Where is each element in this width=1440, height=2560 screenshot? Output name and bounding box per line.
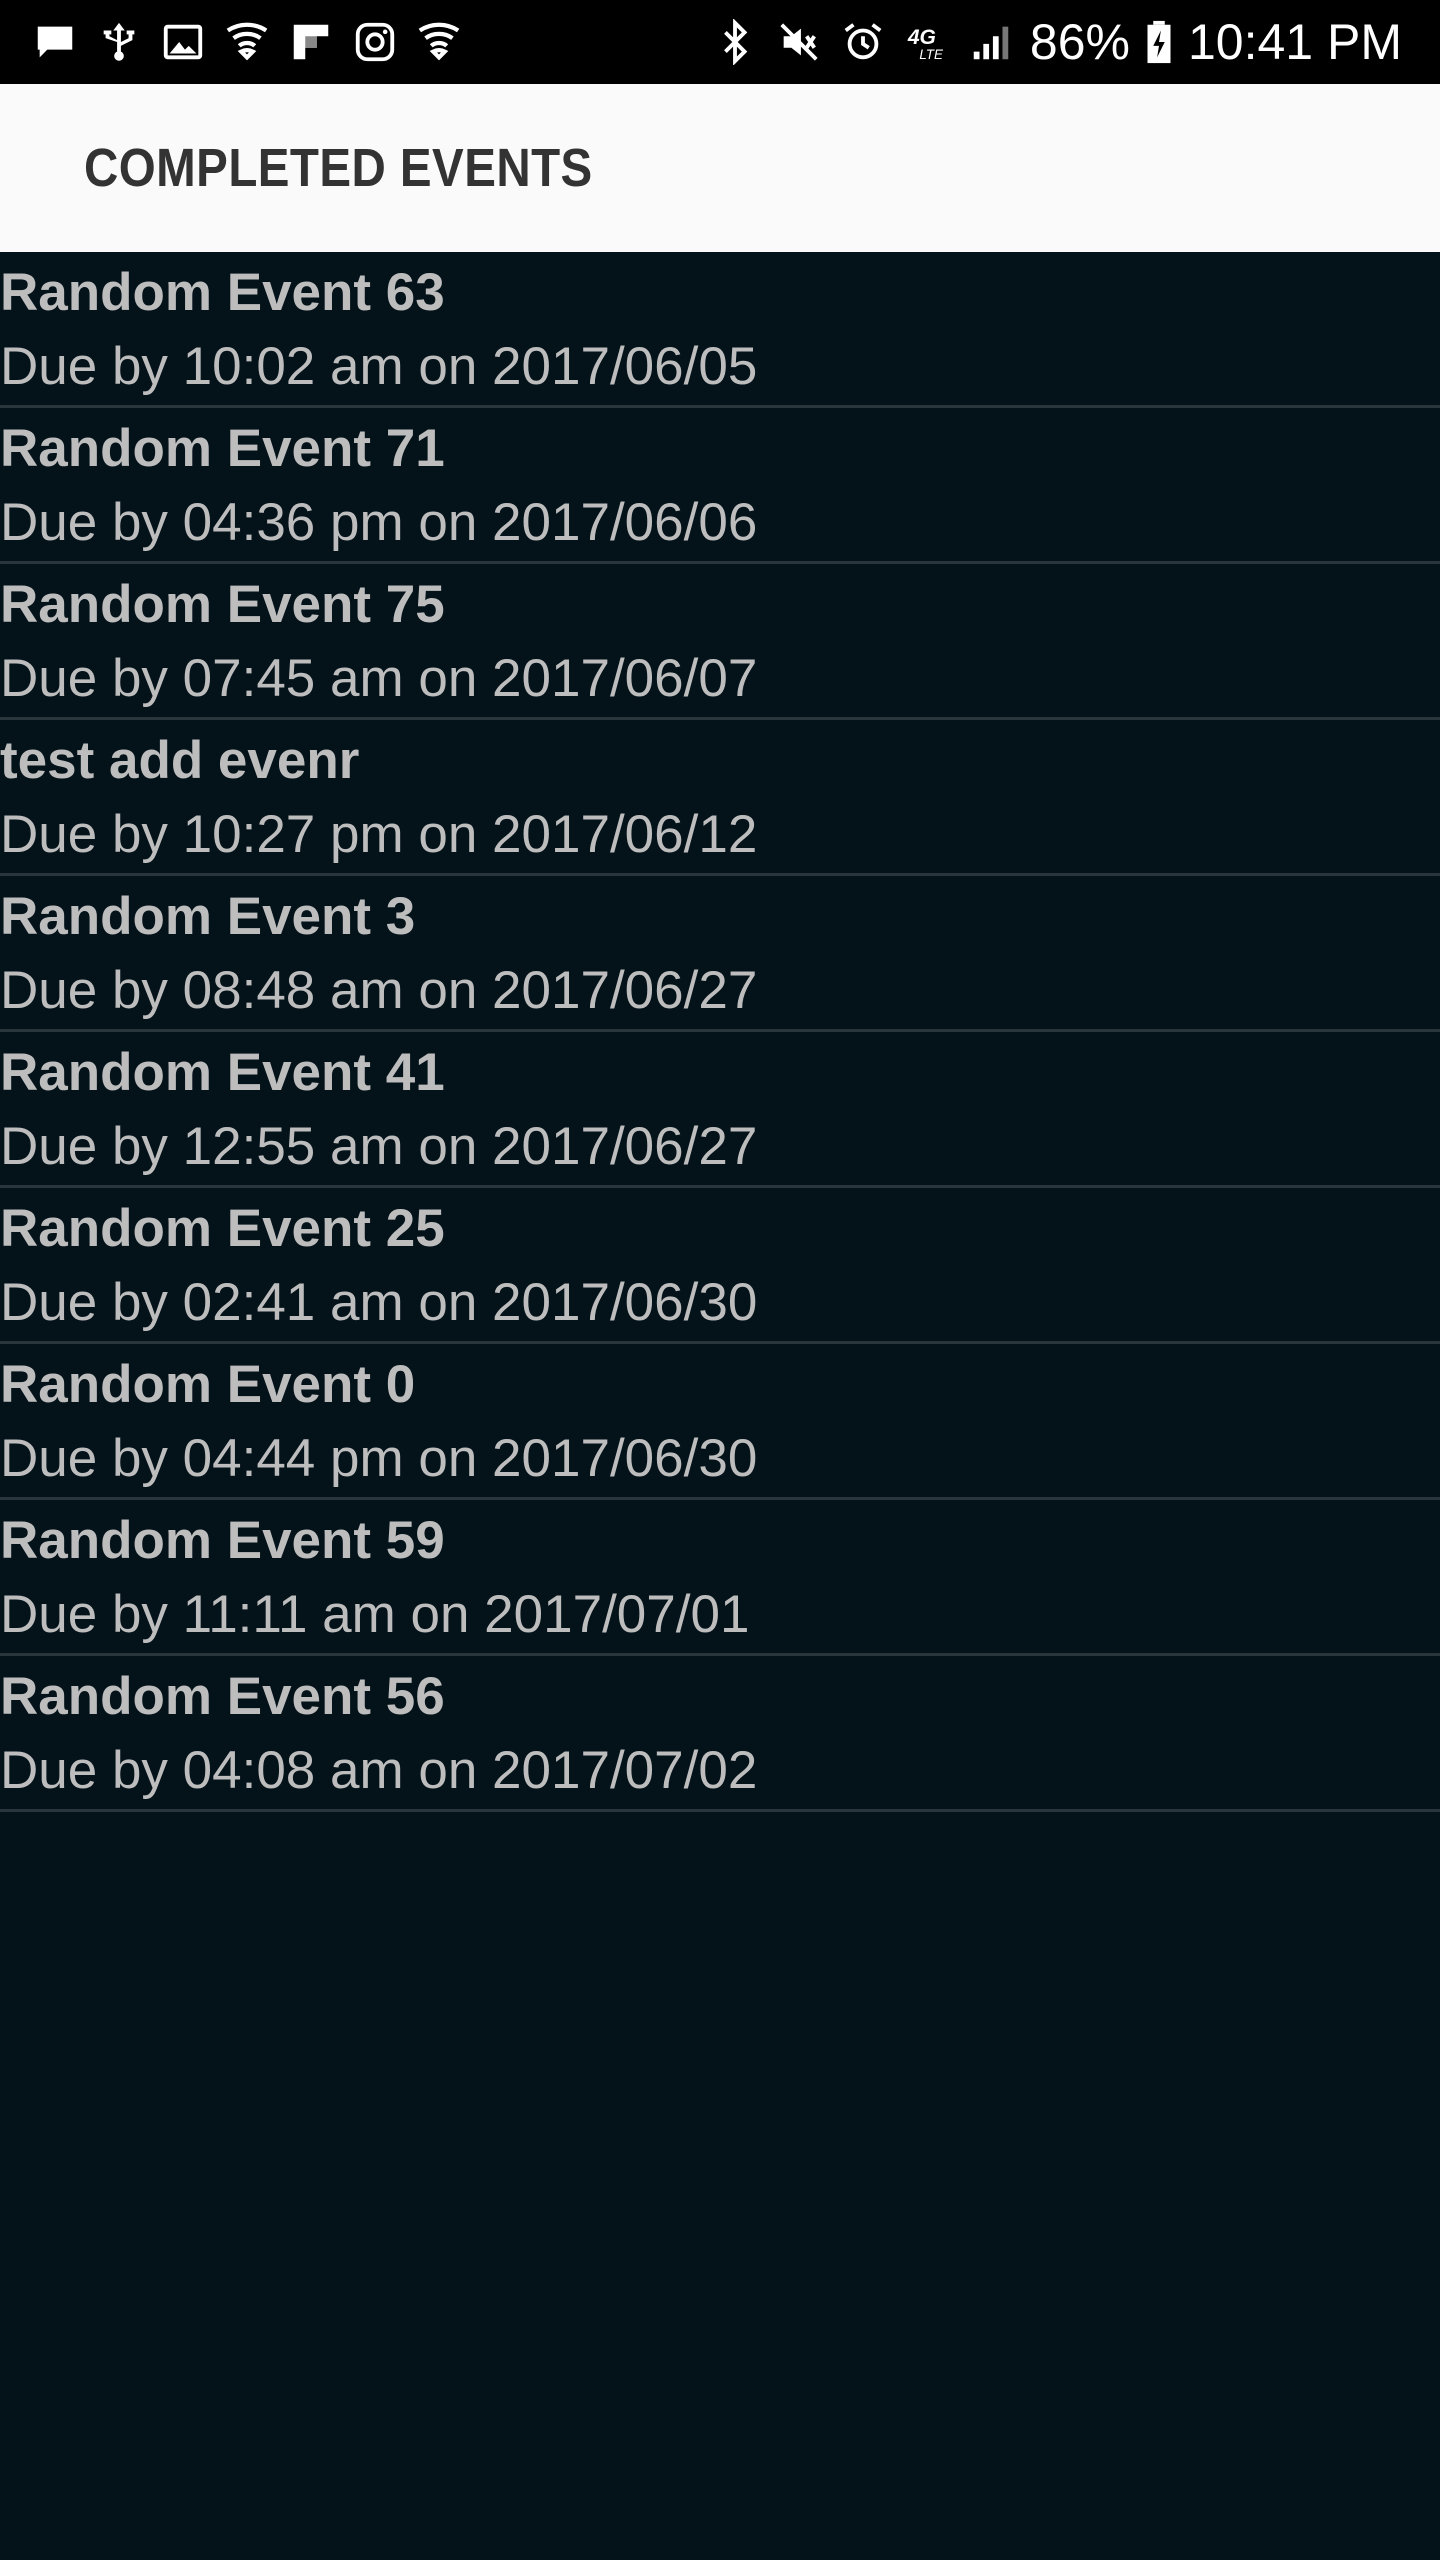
event-due-date: Due by 12:55 am on 2017/06/27 [0, 1117, 758, 1176]
list-item[interactable]: Random Event 75 Due by 07:45 am on 2017/0… [0, 564, 1440, 720]
status-bar: 4G LTE 86% 10:41 PM [0, 0, 1440, 84]
list-item[interactable]: Random Event 63 Due by 10:02 am on 2017/0… [0, 252, 1440, 408]
list-item[interactable]: Random Event 56 Due by 04:08 am on 2017/0… [0, 1656, 1440, 1812]
shield-wifi-icon [222, 17, 272, 67]
image-icon [158, 17, 208, 67]
event-due-date: Due by 10:02 am on 2017/06/05 [0, 337, 758, 396]
event-title: Random Event 41 [0, 1043, 445, 1102]
event-due-date: Due by 10:27 pm on 2017/06/12 [0, 805, 758, 864]
svg-text:4G: 4G [907, 26, 936, 49]
event-title: Random Event 75 [0, 575, 445, 634]
system-icons: 4G LTE 86% 10:41 PM [710, 0, 1402, 84]
event-title: Random Event 3 [0, 887, 416, 946]
signal-icon [966, 17, 1016, 67]
event-due-date: Due by 07:45 am on 2017/06/07 [0, 649, 758, 708]
instagram-icon [350, 17, 400, 67]
event-due-date: Due by 04:36 pm on 2017/06/06 [0, 493, 758, 552]
event-list: Random Event 63 Due by 10:02 am on 2017/0… [0, 252, 1440, 1812]
list-item[interactable]: Random Event 71 Due by 04:36 pm on 2017/0… [0, 408, 1440, 564]
list-item[interactable]: Random Event 0 Due by 04:44 pm on 2017/06… [0, 1344, 1440, 1500]
flipboard-icon [286, 17, 336, 67]
event-due-date: Due by 08:48 am on 2017/06/27 [0, 961, 758, 1020]
list-item[interactable]: Random Event 25 Due by 02:41 am on 2017/0… [0, 1188, 1440, 1344]
event-title: Random Event 59 [0, 1511, 445, 1570]
list-item[interactable]: Random Event 59 Due by 11:11 am on 2017/0… [0, 1500, 1440, 1656]
page-title: COMPLETED EVENTS [84, 138, 593, 198]
event-due-date: Due by 04:08 am on 2017/07/02 [0, 1741, 758, 1800]
event-due-date: Due by 11:11 am on 2017/07/01 [0, 1585, 750, 1644]
battery-percent: 86% [1029, 14, 1130, 70]
event-due-date: Due by 04:44 pm on 2017/06/30 [0, 1429, 758, 1488]
shield-wifi-icon [414, 17, 464, 67]
event-due-date: Due by 02:41 am on 2017/06/30 [0, 1273, 758, 1332]
message-icon [30, 17, 80, 67]
usb-debug-icon [94, 17, 144, 67]
list-item[interactable]: Random Event 3 Due by 08:48 am on 2017/06… [0, 876, 1440, 1032]
app-bar: COMPLETED EVENTS [0, 84, 1440, 252]
4g-lte-icon: 4G LTE [902, 17, 952, 67]
event-title: Random Event 63 [0, 263, 445, 322]
event-title: test add evenr [0, 731, 360, 790]
event-title: Random Event 71 [0, 419, 445, 478]
alarm-icon [838, 17, 888, 67]
event-title: Random Event 0 [0, 1355, 416, 1414]
notification-icons [30, 0, 464, 84]
svg-text:LTE: LTE [919, 47, 944, 62]
clock: 10:41 PM [1187, 14, 1402, 70]
event-title: Random Event 25 [0, 1199, 445, 1258]
bluetooth-icon [710, 17, 760, 67]
list-item[interactable]: Random Event 41 Due by 12:55 am on 2017/0… [0, 1032, 1440, 1188]
event-title: Random Event 56 [0, 1667, 445, 1726]
mute-icon [774, 17, 824, 67]
list-item[interactable]: test add evenr Due by 10:27 pm on 2017/06… [0, 720, 1440, 876]
battery-charging-icon [1144, 17, 1174, 67]
